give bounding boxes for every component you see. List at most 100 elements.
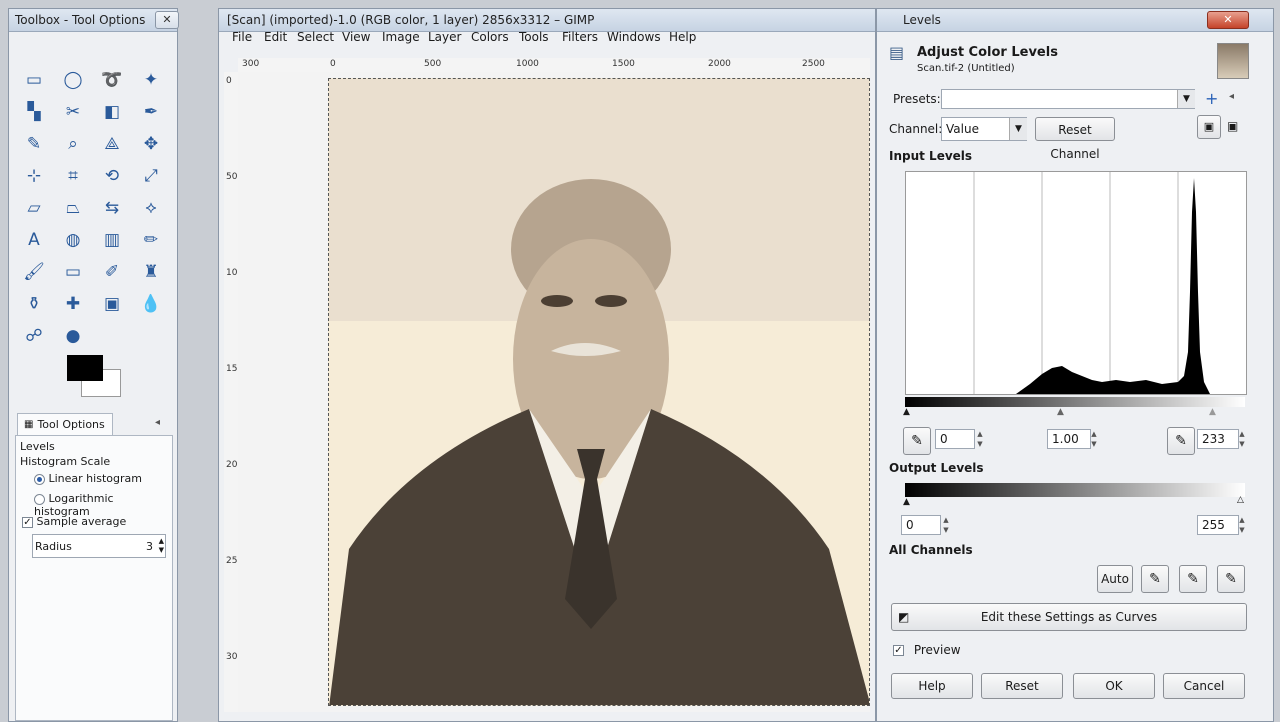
preview-option[interactable]: ✓ Preview [893,643,961,657]
toolbox-close-button[interactable]: ✕ [155,11,179,29]
black-point-handle[interactable]: ▲ [903,407,910,417]
input-low-spin-icon[interactable]: ▲ ▼ [975,429,985,449]
color-select-icon[interactable]: ▚ [21,99,47,125]
paintbrush-icon[interactable]: 🖌 [21,259,47,285]
white-point-handle[interactable]: ▲ [1209,407,1216,417]
eraser-icon[interactable]: ▭ [60,259,86,285]
linear-histogram-option[interactable]: Linear histogram [34,472,142,485]
gradient-icon[interactable]: ▥ [99,227,125,253]
input-high-spin-icon[interactable]: ▲ ▼ [1237,429,1247,449]
shear-icon[interactable]: ▱ [21,195,47,221]
linear-histogram-icon[interactable]: ▣ [1197,115,1221,139]
zoom-icon[interactable]: ⌕ [60,131,86,157]
channel-dropdown-icon[interactable]: ▼ [1009,118,1027,140]
flip-icon[interactable]: ⇆ [99,195,125,221]
gamma-handle[interactable]: ▲ [1057,407,1064,417]
menu-tools[interactable]: Tools [519,30,549,44]
output-levels-label: Output Levels [889,461,984,475]
menu-select[interactable]: Select [297,30,334,44]
ink-icon[interactable]: ♜ [138,259,164,285]
blur-icon[interactable]: 💧 [138,291,164,317]
crop-icon[interactable]: ⌗ [60,163,86,189]
auto-button[interactable]: Auto [1097,565,1133,593]
scanned-photo[interactable] [328,78,870,706]
output-low-spin-icon[interactable]: ▲ ▼ [941,515,951,535]
text-icon[interactable]: A [21,227,47,253]
airbrush-icon[interactable]: ✐ [99,259,125,285]
measure-icon[interactable]: ⟁ [99,131,125,157]
input-high-field[interactable]: 233 [1197,429,1239,449]
input-low-field[interactable]: 0 [935,429,975,449]
output-low-handle[interactable]: ▲ [903,497,910,507]
perspective-clone-icon[interactable]: ▣ [99,291,125,317]
menu-colors[interactable]: Colors [471,30,509,44]
presets-combo[interactable] [941,89,1195,109]
ok-button[interactable]: OK [1073,673,1155,699]
move-icon[interactable]: ✥ [138,131,164,157]
log-histogram-icon[interactable]: ▣ [1227,119,1238,133]
rotate-icon[interactable]: ⟲ [99,163,125,189]
sample-average-option[interactable]: ✓ Sample average [22,515,126,528]
radius-spin-icon[interactable]: ▲ ▼ [159,537,164,555]
input-gamma-field[interactable]: 1.00 [1047,429,1091,449]
presets-menu-icon[interactable]: ◂ [1229,91,1234,102]
input-gamma-spin-icon[interactable]: ▲ ▼ [1089,429,1099,449]
bucket-fill-icon[interactable]: ◍ [60,227,86,253]
menu-file[interactable]: File [232,30,252,44]
align-icon[interactable]: ⊹ [21,163,47,189]
menu-filters[interactable]: Filters [562,30,598,44]
cage-icon[interactable]: ⟡ [138,195,164,221]
eyedropper-icon: ✎ [1175,433,1187,449]
preview-checkbox[interactable]: ✓ [893,645,904,656]
foreground-select-icon[interactable]: ◧ [99,99,125,125]
linear-radio[interactable] [34,473,45,485]
pick-black-button[interactable]: ✎ [1141,565,1169,593]
reset-button[interactable]: Reset [981,673,1063,699]
clone-icon[interactable]: ⚱ [21,291,47,317]
menu-view[interactable]: View [342,30,370,44]
pick-gray-button[interactable]: ✎ [1179,565,1207,593]
scale-icon[interactable]: ⤢ [138,163,164,189]
sample-average-checkbox[interactable]: ✓ [22,516,33,528]
add-preset-icon[interactable]: + [1205,89,1218,108]
rect-select-icon[interactable]: ▭ [21,67,47,93]
output-high-handle[interactable]: △ [1237,495,1244,505]
dodge-burn-icon[interactable]: ● [60,323,86,349]
scissors-icon[interactable]: ✂ [60,99,86,125]
heal-icon[interactable]: ✚ [60,291,86,317]
radius-slider[interactable]: Radius 3 ▲ ▼ [32,534,166,558]
edit-as-curves-button[interactable]: ◩ Edit these Settings as Curves [891,603,1247,631]
menu-image[interactable]: Image [382,30,420,44]
perspective-icon[interactable]: ⏢ [60,195,86,221]
cancel-button[interactable]: Cancel [1163,673,1245,699]
pencil-icon[interactable]: ✏ [138,227,164,253]
output-high-field[interactable]: 255 [1197,515,1239,535]
paths-icon[interactable]: ✒ [138,99,164,125]
tab-tool-options[interactable]: ▦ Tool Options [17,413,113,435]
edit-as-curves-label: Edit these Settings as Curves [980,610,1158,624]
output-high-spin-icon[interactable]: ▲ ▼ [1237,515,1247,535]
pick-black-point-button[interactable]: ✎ [903,427,931,455]
help-button[interactable]: Help [891,673,973,699]
levels-close-button[interactable]: ✕ [1207,11,1249,29]
presets-dropdown-icon[interactable]: ▼ [1177,90,1195,108]
ellipse-select-icon[interactable]: ◯ [60,67,86,93]
ruler-v-tick: 0 [226,76,232,86]
color-picker-icon[interactable]: ✎ [21,131,47,157]
image-canvas[interactable] [238,72,870,712]
panel-menu-icon[interactable]: ◂ [155,417,160,428]
tab-tool-options-label: Tool Options [37,418,105,431]
menu-layer[interactable]: Layer [428,30,461,44]
output-low-field[interactable]: 0 [901,515,941,535]
lasso-icon[interactable]: ➰ [99,67,125,93]
reset-channel-button[interactable]: Reset Channel [1035,117,1115,161]
foreground-color-swatch-top[interactable] [67,355,103,381]
menu-edit[interactable]: Edit [264,30,287,44]
fuzzy-select-icon[interactable]: ✦ [138,67,164,93]
log-radio[interactable] [34,493,45,505]
pick-white-point-button[interactable]: ✎ [1167,427,1195,455]
smudge-icon[interactable]: ☍ [21,323,47,349]
pick-white-button[interactable]: ✎ [1217,565,1245,593]
menu-help[interactable]: Help [669,30,696,44]
menu-windows[interactable]: Windows [607,30,661,44]
